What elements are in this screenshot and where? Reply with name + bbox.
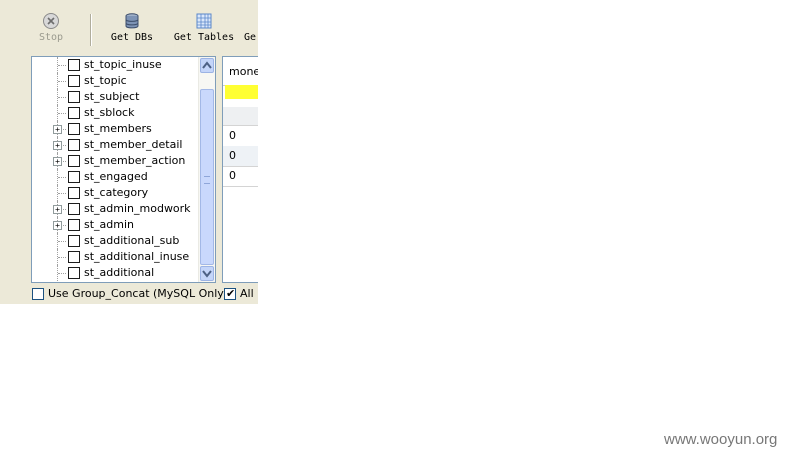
tree-item-checkbox[interactable]	[68, 139, 80, 151]
tree-connector-line	[58, 177, 66, 178]
get-dbs-label: Get DBs	[110, 32, 154, 43]
tree-item[interactable]: + st_admin_modwork	[32, 201, 200, 217]
stop-button[interactable]: Stop	[36, 12, 66, 48]
tree-item[interactable]: + st_members	[32, 121, 200, 137]
tree-scrollbar[interactable]	[198, 57, 215, 282]
tree-connector-line	[58, 65, 66, 66]
tree-item[interactable]: st_category	[32, 185, 200, 201]
grid-row[interactable]: 0	[223, 166, 258, 187]
tree-item-label: st_topic	[84, 74, 127, 87]
truncated-label: Ge	[244, 32, 257, 43]
database-icon	[125, 13, 139, 29]
tree-item-checkbox[interactable]	[68, 155, 80, 167]
tree-item[interactable]: + st_member_detail	[32, 137, 200, 153]
stop-icon	[43, 13, 59, 29]
tree-item-label: st_admin	[84, 218, 135, 231]
tree-item-label: st_additional_sub	[84, 234, 180, 247]
expand-icon[interactable]: +	[53, 157, 62, 166]
expand-icon[interactable]: +	[53, 141, 62, 150]
tree-item[interactable]: st_additional	[32, 265, 200, 281]
tree-item-checkbox[interactable]	[68, 187, 80, 199]
scroll-up-button[interactable]	[200, 58, 214, 73]
chevron-down-icon	[202, 270, 212, 278]
tree-connector-line	[58, 273, 66, 274]
tree-item[interactable]: st_topic_inuse	[32, 57, 200, 73]
tree-item-checkbox[interactable]	[68, 267, 80, 279]
tree-item[interactable]: + st_member_action	[32, 153, 200, 169]
tree-item-label: st_topic_inuse	[84, 58, 162, 71]
tree-item[interactable]: st_engaged	[32, 169, 200, 185]
all-checkbox[interactable]: ✔	[224, 287, 236, 300]
grid-cell: 0	[229, 149, 236, 162]
tree-item-checkbox[interactable]	[68, 59, 80, 71]
tree-item-label: st_engaged	[84, 170, 148, 183]
group-concat-checkbox[interactable]	[32, 288, 44, 300]
tree-item-label: st_sblock	[84, 106, 135, 119]
grid-header-row	[223, 107, 258, 126]
tree-item-checkbox[interactable]	[68, 219, 80, 231]
tree-item-checkbox[interactable]	[68, 251, 80, 263]
tree-item-label: st_additional_inuse	[84, 250, 190, 263]
tree-item-checkbox[interactable]	[68, 171, 80, 183]
table-grid-icon	[196, 13, 212, 29]
scroll-down-button[interactable]	[200, 266, 214, 281]
watermark: www.wooyun.org	[664, 431, 778, 448]
grid-row[interactable]: 0	[223, 146, 258, 167]
tree-item-label: st_category	[84, 186, 149, 199]
tree-item-checkbox[interactable]	[68, 235, 80, 247]
tree-item[interactable]: st_subject	[32, 89, 200, 105]
truncated-toolbar-button[interactable]: Ge	[244, 12, 258, 48]
stop-label: Stop	[38, 32, 64, 43]
tree-connector-line	[58, 257, 66, 258]
expand-icon[interactable]: +	[53, 125, 62, 134]
grid-column-header-label: mone	[229, 65, 258, 78]
group-concat-label: Use Group_Concat (MySQL Only)	[48, 287, 229, 300]
tree-item-label: st_member_detail	[84, 138, 183, 151]
table-tree[interactable]: st_topic_inuse st_topic st_subject st_sbloc…	[31, 56, 216, 283]
toolbar-separator	[90, 14, 92, 46]
get-dbs-button[interactable]: Get DBs	[108, 12, 156, 48]
tree-item-checkbox[interactable]	[68, 75, 80, 87]
tree-connector-line	[58, 81, 66, 82]
chevron-up-icon	[202, 61, 212, 69]
tree-item-label: st_member_action	[84, 154, 186, 167]
tree-item[interactable]: + st_admin	[32, 217, 200, 233]
tree-item-checkbox[interactable]	[68, 91, 80, 103]
app-window: Stop Get DBs Get Tables Ge st_topic_inus…	[0, 0, 258, 304]
scroll-grip	[204, 176, 210, 184]
grid-cell: 0	[229, 169, 236, 182]
grid-column-header[interactable]: mone	[223, 57, 258, 86]
tree-item-label: st_subject	[84, 90, 140, 103]
tree-item-label: st_admin_modwork	[84, 202, 191, 215]
grid-row[interactable]: 0	[223, 126, 258, 147]
tree-item[interactable]: st_topic	[32, 73, 200, 89]
tree-item-checkbox[interactable]	[68, 123, 80, 135]
tree-item[interactable]: st_additional_inuse	[32, 249, 200, 265]
expand-icon[interactable]: +	[53, 205, 62, 214]
grid-filter-row[interactable]	[225, 85, 258, 99]
data-grid[interactable]: mone 0 0 0	[222, 56, 258, 283]
checkmark-icon: ✔	[226, 287, 236, 300]
tree-item-checkbox[interactable]	[68, 107, 80, 119]
get-tables-label: Get Tables	[173, 32, 235, 43]
all-label: All i	[240, 287, 258, 300]
tree-item[interactable]: st_sblock	[32, 105, 200, 121]
tree-connector-line	[58, 97, 66, 98]
tree-connector-line	[58, 241, 66, 242]
tree-item[interactable]: st_additional_sub	[32, 233, 200, 249]
scroll-thumb[interactable]	[200, 89, 214, 265]
expand-icon[interactable]: +	[53, 221, 62, 230]
grid-cell: 0	[229, 129, 236, 142]
tree-item-label: st_members	[84, 122, 152, 135]
tree-connector-line	[58, 113, 66, 114]
tree-connector-line	[58, 193, 66, 194]
tree-item-label: st_additional	[84, 266, 155, 279]
tree-item-checkbox[interactable]	[68, 203, 80, 215]
get-tables-button[interactable]: Get Tables	[172, 12, 236, 48]
